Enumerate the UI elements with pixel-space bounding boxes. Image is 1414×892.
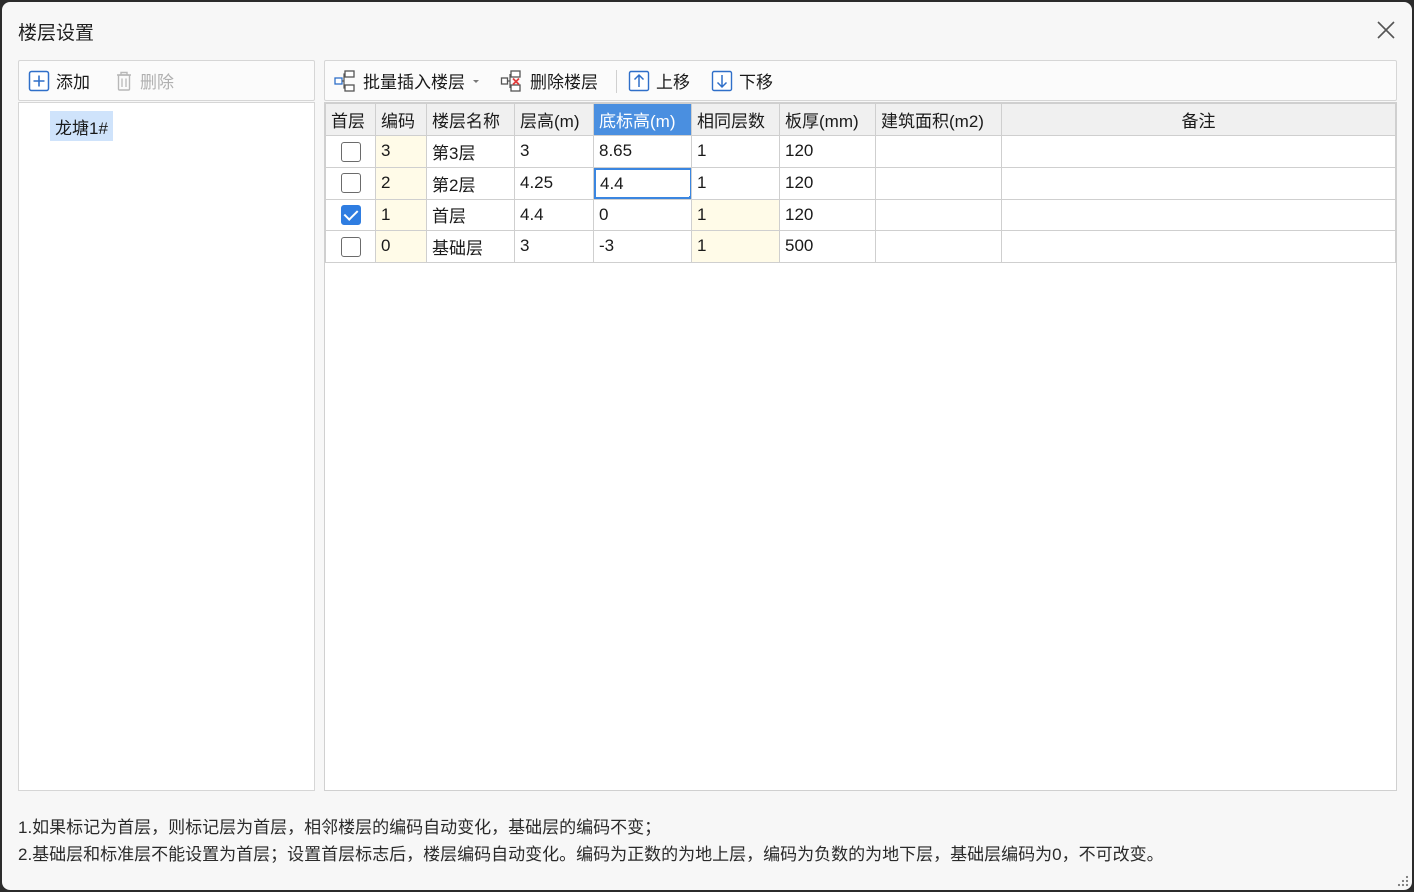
first-floor-checkbox[interactable] (340, 236, 361, 257)
table-row: 0 基础层 3 -3 1 500 (325, 230, 1396, 263)
delete-floor-label: 删除楼层 (530, 73, 598, 92)
code-cell[interactable]: 2 (375, 166, 427, 200)
floor-height-cell[interactable]: 4.4 (514, 198, 594, 231)
slab-thickness-cell[interactable]: 120 (779, 166, 876, 200)
move-up-icon (628, 70, 650, 91)
chevron-down-icon[interactable] (471, 76, 481, 86)
first-floor-checkbox[interactable] (340, 173, 361, 194)
same-count-cell[interactable]: 1 (691, 230, 780, 263)
right-toolbar: 批量插入楼层 删除楼层 上移 下移 (324, 60, 1397, 101)
code-cell[interactable]: 3 (375, 135, 427, 168)
close-icon (1377, 21, 1395, 39)
header-slab-thickness[interactable]: 板厚(mm) (779, 103, 876, 136)
header-same-count[interactable]: 相同层数 (691, 103, 780, 136)
same-count-cell[interactable]: 1 (691, 166, 780, 200)
first-floor-checkbox[interactable] (340, 205, 361, 225)
header-building-area[interactable]: 建筑面积(m2) (875, 103, 1002, 136)
help-notes: 1.如果标记为首层，则标记层为首层，相邻楼层的编码自动变化，基础层的编码不变； … (18, 814, 1164, 868)
header-bottom-elevation[interactable]: 底标高(m) (593, 103, 692, 136)
floor-name-cell[interactable]: 基础层 (426, 230, 515, 263)
building-tree: 龙塘1# (18, 102, 315, 791)
building-area-cell[interactable] (875, 198, 1002, 231)
note-cell[interactable] (1001, 166, 1396, 200)
add-button[interactable]: 添加 (28, 61, 90, 100)
delete-label: 删除 (140, 73, 174, 92)
resize-grip-icon[interactable] (1396, 874, 1410, 888)
bottom-elevation-cell[interactable]: 0 (593, 198, 692, 231)
same-count-cell[interactable]: 1 (691, 135, 780, 168)
toolbar-separator (616, 70, 617, 93)
table-row: 2 第2层 4.25 4.4 1 120 (325, 166, 1396, 200)
left-toolbar: 添加 删除 (18, 60, 315, 101)
tree-item-building[interactable]: 龙塘1# (50, 111, 113, 141)
floor-height-cell[interactable]: 4.25 (514, 166, 594, 200)
trash-icon (117, 71, 131, 91)
note-cell[interactable] (1001, 230, 1396, 263)
delete-floor-icon (500, 69, 521, 92)
header-floor-height[interactable]: 层高(m) (514, 103, 594, 136)
building-area-cell[interactable] (875, 166, 1002, 200)
tree-item-label: 龙塘1# (55, 118, 108, 138)
note-cell[interactable] (1001, 135, 1396, 168)
header-note[interactable]: 备注 (1001, 103, 1396, 136)
first-floor-cell[interactable] (325, 198, 376, 231)
move-down-icon (711, 70, 733, 91)
building-area-cell[interactable] (875, 230, 1002, 263)
move-down-button[interactable]: 下移 (711, 61, 773, 100)
slab-thickness-cell[interactable]: 500 (779, 230, 876, 263)
floor-name-cell[interactable]: 首层 (426, 198, 515, 231)
header-floor-name[interactable]: 楼层名称 (426, 103, 515, 136)
floor-height-cell[interactable]: 3 (514, 230, 594, 263)
building-area-cell[interactable] (875, 135, 1002, 168)
note-cell[interactable] (1001, 198, 1396, 231)
add-icon (28, 70, 50, 91)
slab-thickness-cell[interactable]: 120 (779, 198, 876, 231)
bottom-elevation-cell[interactable]: 4.4 (593, 166, 692, 200)
delete-button[interactable]: 删除 (114, 61, 174, 100)
move-down-label: 下移 (739, 73, 773, 92)
floor-settings-dialog: 楼层设置 添加 删除 龙塘1# 批量插入楼层 删除楼层 上移 下移 首层 编码 … (2, 2, 1412, 890)
note-line-1: 1.如果标记为首层，则标记层为首层，相邻楼层的编码自动变化，基础层的编码不变； (18, 818, 662, 837)
floor-name-cell[interactable]: 第3层 (426, 135, 515, 168)
code-cell[interactable]: 1 (375, 198, 427, 231)
close-button[interactable] (1374, 18, 1398, 42)
header-code[interactable]: 编码 (375, 103, 427, 136)
floor-name-cell[interactable]: 第2层 (426, 166, 515, 200)
move-up-button[interactable]: 上移 (628, 61, 690, 100)
note-line-2: 2.基础层和标准层不能设置为首层；设置首层标志后，楼层编码自动变化。编码为正数的… (18, 845, 1164, 864)
delete-floor-button[interactable]: 删除楼层 (500, 61, 598, 100)
move-up-label: 上移 (656, 73, 690, 92)
header-first-floor[interactable]: 首层 (325, 103, 376, 136)
add-label: 添加 (56, 73, 90, 92)
first-floor-cell[interactable] (325, 230, 376, 263)
batch-insert-icon (334, 69, 355, 92)
dialog-title: 楼层设置 (18, 23, 95, 44)
bottom-elevation-editor[interactable]: 4.4 (594, 168, 691, 198)
code-cell[interactable]: 0 (375, 230, 427, 263)
floor-grid: 首层 编码 楼层名称 层高(m) 底标高(m) 相同层数 板厚(mm) 建筑面积… (324, 102, 1397, 791)
floor-table: 首层 编码 楼层名称 层高(m) 底标高(m) 相同层数 板厚(mm) 建筑面积… (325, 103, 1396, 263)
table-header-row: 首层 编码 楼层名称 层高(m) 底标高(m) 相同层数 板厚(mm) 建筑面积… (325, 103, 1396, 136)
bottom-elevation-cell[interactable]: 8.65 (593, 135, 692, 168)
same-count-cell[interactable]: 1 (691, 198, 780, 231)
bottom-elevation-cell[interactable]: -3 (593, 230, 692, 263)
batch-insert-button[interactable]: 批量插入楼层 (333, 61, 481, 100)
batch-insert-label: 批量插入楼层 (363, 73, 465, 92)
floor-height-cell[interactable]: 3 (514, 135, 594, 168)
first-floor-cell[interactable] (325, 166, 376, 200)
table-row: 1 首层 4.4 0 1 120 (325, 198, 1396, 231)
table-row: 3 第3层 3 8.65 1 120 (325, 135, 1396, 168)
slab-thickness-cell[interactable]: 120 (779, 135, 876, 168)
first-floor-checkbox[interactable] (340, 141, 361, 162)
first-floor-cell[interactable] (325, 135, 376, 168)
